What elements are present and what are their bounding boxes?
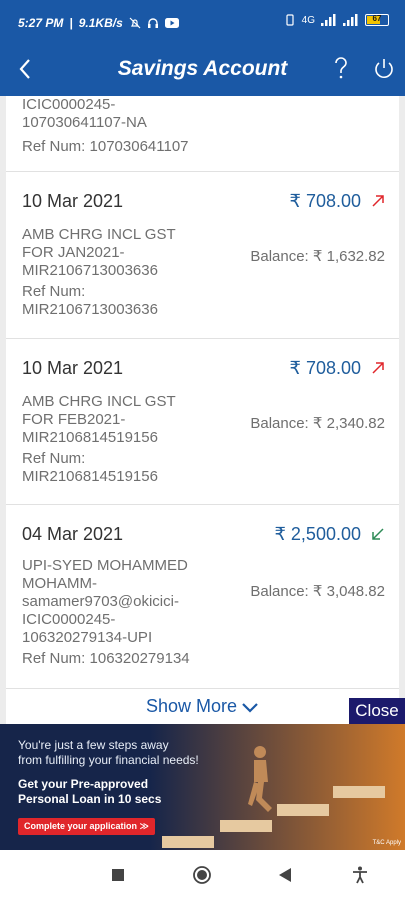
txn-ref: MIR2106713003636 [22, 301, 158, 318]
transactions-container[interactable]: ICIC0000245- 107030641107-NA Ref Num: 10… [0, 96, 405, 850]
mute-icon [129, 17, 141, 29]
txn-balance: Balance: ₹ 1,632.82 [250, 248, 385, 265]
status-speed: 9.1KB/s [78, 16, 123, 30]
txn-amount: ₹ 708.00 [289, 358, 361, 378]
tnc-text: T&C Apply [372, 840, 401, 846]
app-bar: Savings Account [0, 48, 405, 96]
txn-date: 10 Mar 2021 [22, 191, 124, 211]
system-nav-bar [0, 850, 405, 900]
ad-text-line2: from fulfilling your financial needs! [18, 753, 199, 767]
complete-application-button[interactable]: Complete your application ≫ [18, 818, 155, 835]
ad-headline-line2: Personal Loan in 10 secs [18, 792, 162, 806]
txn-date: 10 Mar 2021 [22, 358, 124, 378]
txn-amount: ₹ 708.00 [289, 191, 361, 211]
txn-desc-line: MOHAMM- [22, 575, 97, 592]
txn-balance: Balance: ₹ 3,048.82 [250, 583, 385, 600]
status-time: 5:27 PM [18, 16, 64, 30]
network-type: 4G [301, 14, 315, 26]
headset-icon [147, 18, 158, 28]
accessibility-button[interactable] [352, 866, 368, 884]
list-item[interactable]: 10 Mar 2021 ₹ 708.00 AMB CHRG INCL GST F… [6, 172, 399, 339]
txn-ref: Ref Num: 106320279134 [22, 650, 190, 667]
close-ad-button[interactable]: Close [349, 698, 405, 724]
back-nav-button[interactable] [279, 868, 291, 882]
ad-headline-line1: Get your Pre-approved [18, 777, 149, 791]
txn-desc-line: samamer9703@okicici- [22, 593, 179, 610]
txn-ref: Ref Num: 107030641107 [22, 138, 189, 155]
txn-desc-line: 106320279134-UPI [22, 629, 153, 646]
txn-ref: Ref Num: [22, 283, 86, 300]
signal-icon [321, 14, 336, 26]
txn-desc-line: UPI-SYED MOHAMMED [22, 557, 188, 574]
txn-desc-line: ICIC0000245- [22, 96, 116, 113]
chevron-down-icon [242, 703, 258, 713]
signal-icon-2 [343, 14, 358, 26]
home-button[interactable] [193, 866, 211, 884]
debit-arrow-icon [372, 362, 384, 374]
ad-banner[interactable]: You're just a few steps away from fulfil… [0, 724, 405, 850]
credit-arrow-icon [372, 528, 384, 540]
txn-desc-line: MIR2106713003636 [22, 262, 158, 279]
txn-desc-line: MIR2106814519156 [22, 429, 158, 446]
ad-text-line1: You're just a few steps away [18, 738, 169, 752]
transactions-card: ICIC0000245- 107030641107-NA Ref Num: 10… [6, 96, 399, 724]
power-icon [375, 59, 393, 78]
txn-desc-line: AMB CHRG INCL GST [22, 393, 176, 410]
status-bar: 5:27 PM | 9.1KB/s 4G 67 [0, 0, 405, 48]
txn-balance: Balance: ₹ 2,340.82 [250, 415, 385, 432]
question-icon [335, 57, 347, 79]
show-more-button[interactable]: Show More [6, 696, 399, 724]
txn-ref: Ref Num: [22, 450, 86, 467]
help-button[interactable] [333, 56, 349, 87]
vibrate-icon [286, 14, 294, 26]
txn-date: 04 Mar 2021 [22, 524, 124, 544]
recents-button[interactable] [112, 869, 124, 881]
txn-amount: ₹ 2,500.00 [274, 524, 361, 544]
show-more-label: Show More [145, 696, 238, 716]
list-item[interactable]: 04 Mar 2021 ₹ 2,500.00 UPI-SYED MOHAMMED… [6, 505, 399, 689]
txn-desc-line: FOR JAN2021- [22, 244, 125, 261]
list-item: ICIC0000245- 107030641107-NA Ref Num: 10… [6, 96, 399, 172]
txn-desc-line: 107030641107-NA [22, 114, 147, 131]
txn-desc-line: ICIC0000245- [22, 611, 116, 628]
txn-desc-line: AMB CHRG INCL GST [22, 226, 176, 243]
txn-ref: MIR2106814519156 [22, 468, 158, 485]
list-item[interactable]: 10 Mar 2021 ₹ 708.00 AMB CHRG INCL GST F… [6, 339, 399, 505]
battery-icon: 67 [365, 14, 389, 26]
youtube-icon [164, 18, 179, 28]
debit-arrow-icon [372, 195, 384, 207]
logout-button[interactable] [372, 57, 396, 81]
txn-desc-line: FOR FEB2021- [22, 411, 126, 428]
